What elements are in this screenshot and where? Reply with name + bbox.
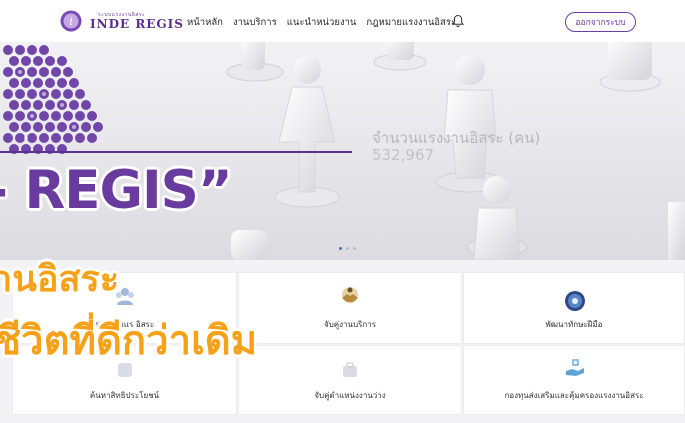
service-label: จับคู่งานบริการ xyxy=(324,320,376,329)
service-card-skill-development[interactable]: พัฒนาทักษะฝีมือ xyxy=(463,272,685,344)
accent-divider xyxy=(0,151,352,153)
service-card-job-vacancy[interactable]: จับคู่ตำแหน่งงานว่าง xyxy=(238,345,462,415)
hexagon-pattern-graphic xyxy=(3,45,103,154)
nav-home[interactable]: หน้าหลัก xyxy=(187,15,223,30)
notification-bell-icon[interactable] xyxy=(451,14,465,28)
carousel-dot[interactable] xyxy=(353,247,356,250)
stat-value: 532,967 xyxy=(372,146,435,164)
service-card-job-matching[interactable]: จับคู่งานบริการ xyxy=(238,272,462,344)
service-label: กองทุนส่งเสริมและคุ้มครองแรงงานอิสระ xyxy=(504,391,644,400)
carousel-dot[interactable] xyxy=(339,247,342,250)
svg-text:i: i xyxy=(69,15,73,28)
top-navbar: i ระบบแรงงานอิสระ INDE REGIS หน้าหลัก งา… xyxy=(0,0,685,43)
nav-services[interactable]: งานบริการ xyxy=(233,15,277,30)
logo-wordmark[interactable]: INDE REGIS xyxy=(90,17,184,31)
nav-labor-law[interactable]: กฎหมายแรงงานอิสระ xyxy=(366,15,456,30)
handshake-icon xyxy=(342,287,358,303)
overlay-line-2: ชีวิตที่ดีกว่าเดิม xyxy=(0,318,258,364)
logout-button[interactable]: ออกจากระบบ xyxy=(565,12,636,32)
fund-hand-icon xyxy=(566,359,584,376)
overlay-line-1: านอิสระ xyxy=(0,259,120,300)
service-label: ค้นหาสิทธิประโยชน์ xyxy=(89,391,160,400)
service-label: จับคู่ตำแหน่งงานว่าง xyxy=(314,391,386,400)
logo-icon[interactable]: i xyxy=(60,10,82,32)
overlay-headline: - REGIS” xyxy=(0,160,233,221)
carousel-indicators xyxy=(339,247,356,250)
main-nav: หน้าหลัก งานบริการ แนะนำหน่วยงาน กฎหมายแ… xyxy=(187,15,456,30)
job-match-icon xyxy=(343,362,357,377)
service-card-fund[interactable]: กองทุนส่งเสริมและคุ้มครองแรงงานอิสระ xyxy=(463,345,685,415)
carousel-dot[interactable] xyxy=(346,247,349,250)
hero-banner: จำนวนแรงงานอิสระ (คน) 532,967 xyxy=(0,42,685,260)
service-label: พัฒนาทักษะฝีมือ xyxy=(545,320,603,329)
skill-badge-icon xyxy=(565,291,585,311)
nav-about-agency[interactable]: แนะนำหน่วยงาน xyxy=(287,15,357,30)
